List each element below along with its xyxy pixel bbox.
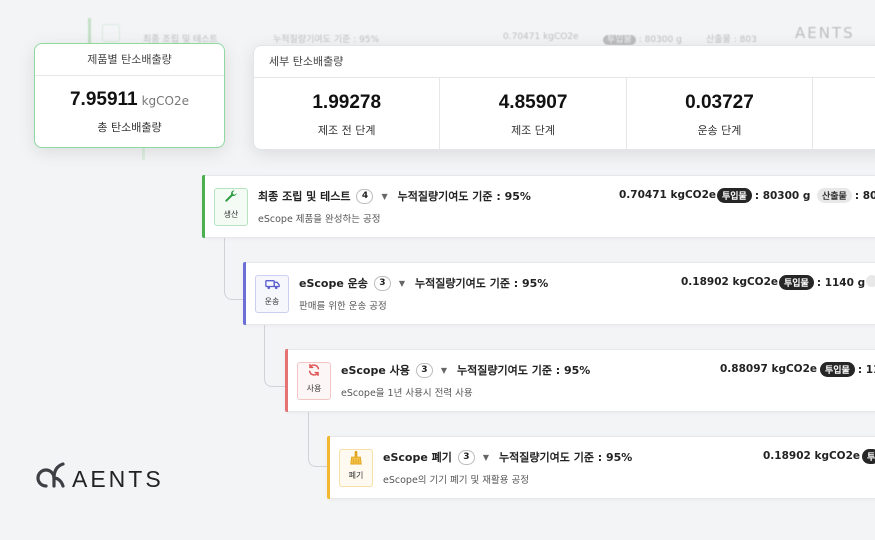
process-title: eScope 운송 (299, 277, 368, 290)
input-badge: 투입물 (820, 362, 855, 377)
process-accent (327, 436, 330, 499)
process-cumulative: 누적질량기여도 기준 : 95% (397, 190, 531, 203)
input-value: : 114 (857, 364, 875, 376)
process-emission: 0.18902 kgCO2e (763, 450, 861, 462)
stage-label: 운송 단계 (697, 124, 742, 137)
process-count-badge: 4 (356, 188, 374, 204)
process-title-row: eScope 폐기 3 ▼ 누적질량기여도 기준 : 95% (383, 449, 632, 465)
output-value: : 803 (733, 35, 757, 45)
total-value-row: 7.95911 kgCO2e (35, 89, 224, 111)
stage-production: 4.85907 제조 단계 (440, 78, 627, 150)
stage-badge-disposal: 폐기 (339, 449, 373, 487)
process-title-row: eScope 사용 3 ▼ 누적질량기여도 기준 : 95% (341, 362, 590, 378)
process-count-badge: 3 (373, 275, 391, 291)
stage-value: 1.99278 (312, 92, 382, 113)
input-badge: 투입물 (717, 188, 752, 203)
output-badge: 산출물 (817, 188, 852, 203)
total-card-header: 제품별 탄소배출량 (35, 44, 224, 76)
output-badge: . (866, 275, 875, 287)
process-accent (285, 349, 288, 412)
aents-logo: AENTS (32, 460, 164, 498)
process-row-transport[interactable]: 운송 eScope 운송 3 ▼ 누적질량기여도 기준 : 95% 판매를 위한… (243, 262, 875, 325)
stage-label: 제조 전 단계 (317, 124, 376, 137)
total-label: 총 탄소배출량 (97, 121, 162, 134)
process-accent (202, 175, 205, 238)
process-input: 투입물: 1140 g (779, 275, 865, 290)
stage-caption: 폐기 (348, 471, 364, 480)
process-title-row: eScope 운송 3 ▼ 누적질량기여도 기준 : 95% (299, 275, 548, 291)
process-description: 판매를 위한 운송 공정 (299, 301, 387, 312)
stage-columns: 1.99278 제조 전 단계 4.85907 제조 단계 0.03727 운송… (254, 78, 875, 150)
truck-icon (256, 276, 288, 296)
stage-next (813, 78, 875, 150)
process-title: eScope 사용 (341, 364, 410, 377)
total-value: 7.95911 (69, 89, 138, 110)
tree-connector (264, 324, 285, 387)
cycle-icon (298, 363, 330, 383)
wrench-icon (215, 189, 247, 209)
process-row-disposal[interactable]: 폐기 eScope 폐기 3 ▼ 누적질량기여도 기준 : 95% eScope… (327, 436, 875, 499)
process-emission: 0.70471 kgCO2e (619, 189, 717, 201)
total-emission-card: 제품별 탄소배출량 7.95911 kgCO2e 총 탄소배출량 (34, 43, 225, 148)
stage-badge-transport: 운송 (255, 275, 289, 313)
process-output: 산출물: 803 (817, 188, 875, 203)
aents-logo-icon (32, 460, 66, 498)
input-value: : 80300 g (754, 190, 811, 202)
process-title: eScope 폐기 (383, 451, 452, 464)
process-description: eScope의 기기 폐기 및 재활용 공정 (383, 475, 530, 486)
chevron-down-icon[interactable]: ▼ (483, 453, 489, 462)
process-emission: 0.18902 kgCO2e (681, 276, 779, 288)
process-title-row: 최종 조립 및 테스트 4 ▼ 누적질량기여도 기준 : 95% (258, 188, 531, 204)
input-value: : 1140 g (816, 277, 866, 289)
process-description: eScope을 1년 사용시 전력 사용 (341, 388, 473, 399)
stage-transport: 0.03727 운송 단계 (627, 78, 814, 150)
process-description: eScope 제품을 완성하는 공정 (258, 214, 381, 225)
chevron-down-icon[interactable]: ▼ (399, 279, 405, 288)
chevron-down-icon[interactable]: ▼ (381, 192, 387, 201)
process-emission: 0.88097 kgCO2e (720, 363, 818, 375)
process-count-badge: 3 (457, 449, 475, 465)
process-count-badge: 3 (415, 362, 433, 378)
stage-badge-production: 생산 (214, 188, 248, 226)
detail-card-header: 세부 탄소배출량 (254, 46, 875, 78)
process-input: 투 (862, 449, 875, 464)
tree-connector (308, 411, 327, 467)
stage-caption: 운송 (264, 297, 280, 306)
output-value: : 803 (854, 190, 875, 202)
process-cumulative: 누적질량기여도 기준 : 95% (457, 364, 591, 377)
input-badge: 투입물 (779, 275, 814, 290)
process-row-use[interactable]: 사용 eScope 사용 3 ▼ 누적질량기여도 기준 : 95% eScope… (285, 349, 875, 412)
broom-icon (340, 450, 372, 470)
stage-value: 0.03727 (685, 92, 754, 113)
input-value: : 80300 g (638, 35, 682, 45)
detail-emission-card: 세부 탄소배출량 1.99278 제조 전 단계 4.85907 제조 단계 0… (253, 45, 875, 150)
stage-badge-use: 사용 (297, 362, 331, 400)
process-row-production[interactable]: 생산 최종 조립 및 테스트 4 ▼ 누적질량기여도 기준 : 95% eSco… (202, 175, 875, 238)
input-badge: 투 (862, 449, 875, 464)
process-title: 최종 조립 및 테스트 (258, 190, 351, 203)
process-input: 투입물: 80300 g (717, 188, 810, 203)
input-badge: 투입물 (603, 35, 636, 45)
process-cumulative: 누적질량기여도 기준 : 95% (415, 277, 549, 290)
logo-text: AENTS (72, 465, 164, 492)
chevron-down-icon[interactable]: ▼ (441, 366, 447, 375)
stage-value: 4.85907 (498, 92, 568, 113)
background-emission: 0.70471 kgCO2e (503, 32, 579, 42)
stage-pre-production: 1.99278 제조 전 단계 (254, 78, 441, 150)
background-logo: AENTS (795, 24, 855, 42)
stage-caption: 생산 (223, 210, 239, 219)
process-output: . (866, 275, 875, 290)
background-input: 투입물 : 80300 g (603, 32, 682, 45)
process-input: 투입물: 114 (820, 362, 875, 377)
tree-connector (224, 237, 243, 300)
process-cumulative: 누적질량기여도 기준 : 95% (499, 451, 633, 464)
stage-caption: 사용 (306, 384, 322, 393)
background-output: 산출물 : 803 (706, 32, 757, 45)
process-accent (243, 262, 246, 325)
stage-label: 제조 단계 (511, 124, 556, 137)
output-badge: 산출물 (706, 35, 731, 45)
total-unit: kgCO2e (141, 94, 190, 108)
background-cumulative: 누적질량기여도 기준 : 95% (273, 35, 380, 45)
wrench-icon (102, 24, 120, 42)
